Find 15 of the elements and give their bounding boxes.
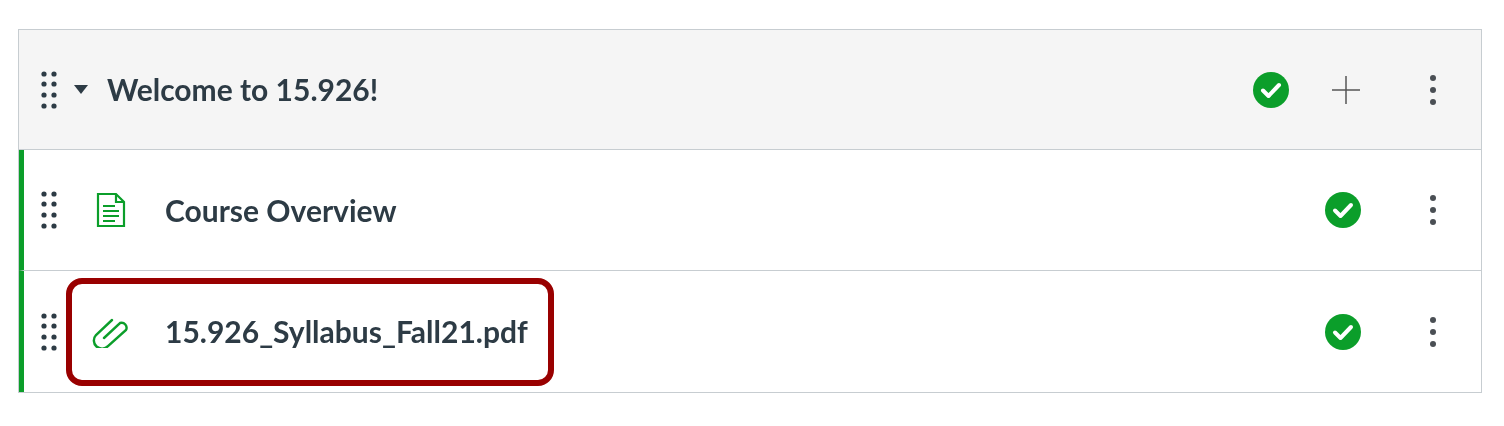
published-check-icon[interactable] [1325, 192, 1361, 228]
document-icon [95, 192, 127, 228]
module-title: Welcome to 15.926! [107, 70, 379, 109]
more-options-icon[interactable] [1429, 194, 1437, 226]
item-title[interactable]: 15.926_Syllabus_Fall21.pdf [165, 309, 528, 354]
drag-handle-icon[interactable] [41, 191, 57, 229]
add-icon[interactable] [1331, 74, 1361, 105]
published-check-icon[interactable] [1253, 71, 1289, 108]
item-title[interactable]: Course Overview [165, 187, 397, 233]
drag-handle-icon[interactable] [41, 70, 57, 109]
published-check-icon[interactable] [1325, 313, 1361, 350]
more-options-icon[interactable] [1429, 73, 1437, 106]
more-options-icon[interactable] [1429, 315, 1437, 348]
drag-handle-icon[interactable] [41, 312, 57, 351]
collapse-caret-icon[interactable] [74, 85, 88, 94]
